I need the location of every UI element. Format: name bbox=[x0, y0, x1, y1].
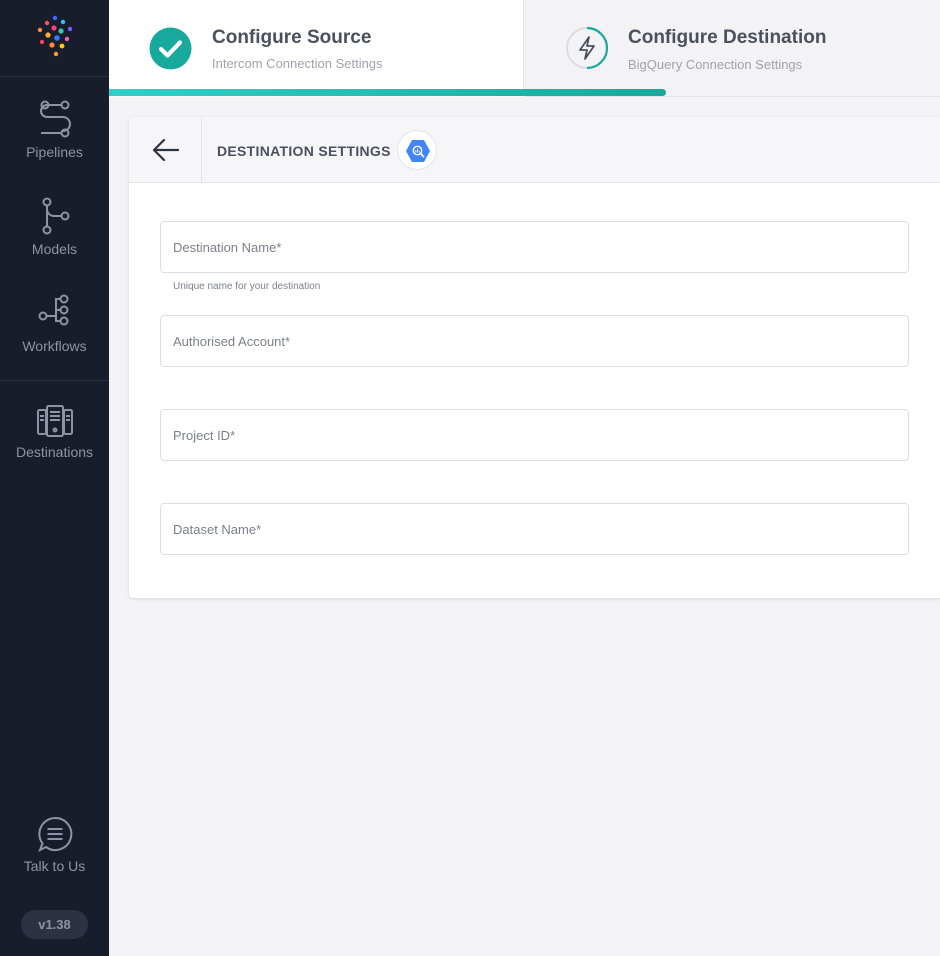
dataset-name-field[interactable] bbox=[160, 503, 909, 555]
card-title: DESTINATION SETTINGS bbox=[217, 143, 391, 159]
sidebar-item-models[interactable]: Models bbox=[0, 197, 109, 257]
step-subtitle: Intercom Connection Settings bbox=[212, 56, 383, 71]
project-id-field[interactable] bbox=[160, 409, 909, 461]
sidebar-item-destinations[interactable]: Destinations bbox=[0, 404, 109, 460]
authorised-account-input[interactable] bbox=[161, 316, 908, 366]
sidebar-item-label: Models bbox=[31, 241, 78, 257]
logo[interactable] bbox=[0, 0, 109, 77]
sidebar-item-label: Pipelines bbox=[26, 144, 83, 160]
step-title: Configure Destination bbox=[628, 27, 827, 48]
sidebar-item-workflows[interactable]: Workflows bbox=[0, 294, 109, 354]
logo-icon bbox=[37, 15, 73, 57]
sidebar-item-label: Workflows bbox=[22, 338, 87, 354]
talk-to-us-label: Talk to Us bbox=[23, 858, 86, 874]
stepper: Configure Source Intercom Connection Set… bbox=[109, 0, 940, 98]
version-badge: v1.38 bbox=[21, 910, 88, 939]
progress-bar bbox=[109, 89, 940, 98]
check-icon bbox=[149, 27, 192, 70]
authorised-account-field[interactable] bbox=[160, 315, 909, 367]
sidebar-item-label: Destinations bbox=[15, 444, 94, 460]
chat-icon bbox=[37, 816, 72, 852]
progress-bar-fill bbox=[109, 89, 666, 96]
destinations-icon bbox=[36, 405, 73, 437]
sidebar: Pipelines Models Workflows Destinations … bbox=[0, 0, 109, 956]
models-icon bbox=[42, 197, 69, 235]
destination-name-input[interactable] bbox=[161, 222, 908, 272]
lightning-icon bbox=[566, 26, 609, 70]
step-configure-source[interactable]: Configure Source Intercom Connection Set… bbox=[109, 0, 524, 97]
sidebar-divider bbox=[0, 380, 109, 381]
step-title: Configure Source bbox=[212, 27, 372, 48]
destination-settings-card: DESTINATION SETTINGS Unique name for you… bbox=[129, 117, 940, 598]
workflows-icon bbox=[38, 294, 68, 326]
sidebar-item-pipelines[interactable]: Pipelines bbox=[0, 100, 109, 160]
destination-name-hint: Unique name for your destination bbox=[173, 281, 321, 292]
pipelines-icon bbox=[39, 100, 71, 138]
step-subtitle: BigQuery Connection Settings bbox=[628, 57, 803, 72]
dataset-name-input[interactable] bbox=[161, 504, 908, 554]
back-button[interactable] bbox=[129, 117, 202, 183]
destination-name-field[interactable] bbox=[160, 221, 909, 273]
step-configure-destination[interactable]: Configure Destination BigQuery Connectio… bbox=[525, 0, 940, 97]
destination-logo bbox=[397, 130, 437, 170]
talk-to-us-button[interactable]: Talk to Us bbox=[0, 816, 109, 874]
bigquery-icon bbox=[406, 140, 430, 162]
arrow-left-icon bbox=[152, 138, 180, 162]
project-id-input[interactable] bbox=[161, 410, 908, 460]
card-header: DESTINATION SETTINGS bbox=[129, 117, 940, 183]
